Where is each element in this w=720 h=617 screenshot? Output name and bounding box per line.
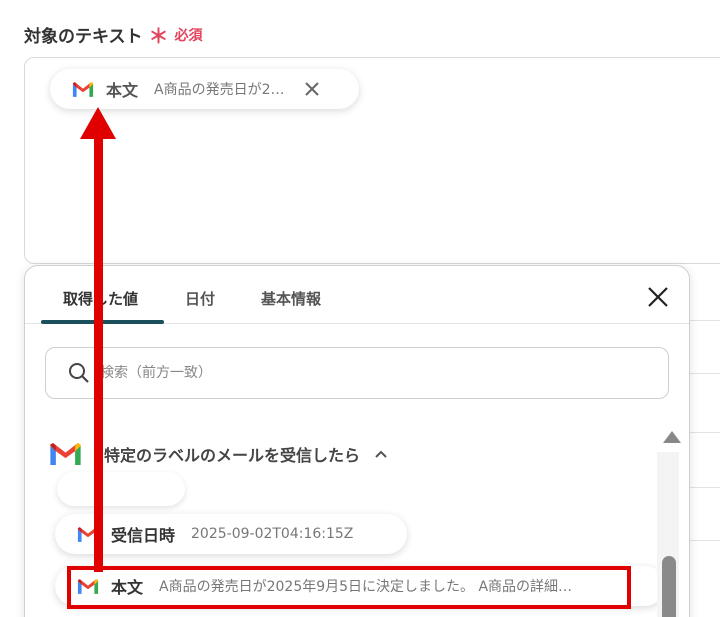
selected-value-chip[interactable]: 本文 A商品の発売日が2… [50,69,359,109]
list-item-received-datetime[interactable]: 受信日時 2025-09-02T04:16:15Z [55,514,407,554]
annotation-arrow-shaft [94,126,103,572]
item-name: 受信日時 [111,526,176,545]
close-icon[interactable] [647,286,669,308]
item-value: 2025-09-02T04:16:15Z [191,526,354,542]
annotation-highlight-box [67,566,631,609]
scroll-up-icon[interactable] [663,431,681,443]
divider [690,320,720,321]
search-icon [69,363,89,383]
tab-basic-info[interactable]: 基本情報 [261,288,321,309]
chip-value: A商品の発売日が2… [154,82,285,98]
close-icon[interactable] [303,80,321,98]
list-item[interactable] [57,472,185,506]
field-label-text: 対象のテキスト [24,27,143,47]
required-text: 必須 [174,27,203,44]
group-title: 特定のラベルのメールを受信したら [104,446,361,465]
search-input[interactable] [100,365,600,381]
tab-bar: 取得した値 日付 基本情報 [25,266,689,324]
gmail-icon [72,81,94,97]
tab-date[interactable]: 日付 [185,288,215,309]
scrollbar-thumb[interactable] [662,556,676,617]
value-picker-panel: 取得した値 日付 基本情報 特定のラベルのメールを受信したら [24,265,690,617]
gmail-icon [50,443,81,465]
divider [690,432,720,433]
divider [690,540,720,541]
divider [690,487,720,488]
divider [690,373,720,374]
chip-name: 本文 [106,81,139,100]
annotation-arrow-head [80,107,116,139]
required-mark: ＊ [148,24,169,48]
chevron-up-icon[interactable] [374,449,388,459]
search-field[interactable] [45,347,669,399]
field-label: 対象のテキスト ＊ 必須 [24,20,203,49]
